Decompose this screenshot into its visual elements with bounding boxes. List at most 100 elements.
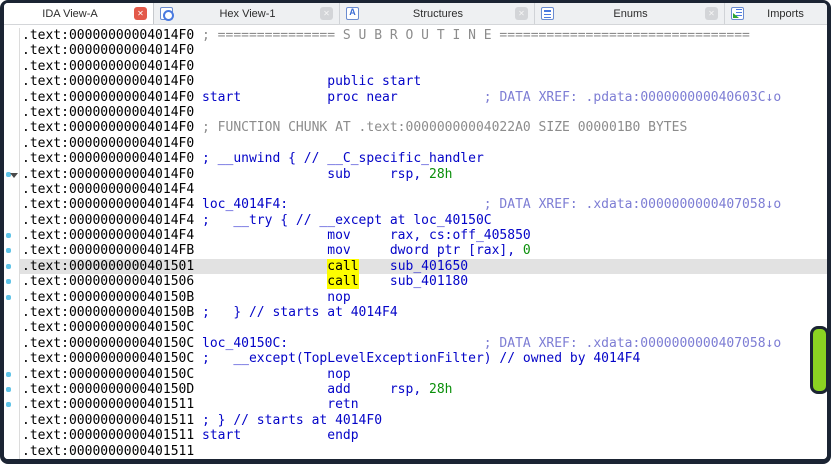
code-segment: .text:000000000040150B bbox=[22, 305, 195, 321]
line-gutter bbox=[4, 197, 20, 213]
listing-line[interactable]: .text:00000000004014F0 ; FUNCTION CHUNK … bbox=[4, 120, 827, 136]
code-text: .text:00000000004014FB mov dword ptr [ra… bbox=[20, 243, 827, 258]
structures-icon bbox=[346, 7, 359, 20]
line-gutter bbox=[4, 181, 20, 198]
listing-line[interactable]: .text:00000000004014F4 ; __try { // __ex… bbox=[4, 212, 827, 229]
code-segment: mov dword ptr [rax], bbox=[194, 243, 523, 259]
ida-inner-panel: IDA View-A ✕ Hex View-1 ✕ Structures ✕ E… bbox=[4, 3, 827, 459]
listing-line[interactable]: .text:0000000000401511 ; } // starts at … bbox=[4, 412, 827, 429]
listing-line[interactable]: .text:00000000004014F0 bbox=[4, 43, 827, 59]
code-segment: ; } // starts at 4014F4 bbox=[194, 305, 398, 321]
tab-label: Structures bbox=[412, 7, 464, 20]
listing-line[interactable]: .text:00000000004014F4 mov rax, cs:off_4… bbox=[4, 228, 827, 244]
code-segment: ; FUNCTION CHUNK AT .text:00000000004022… bbox=[194, 120, 688, 136]
disassembly-listing[interactable]: .text:00000000004014F0 ; ===============… bbox=[4, 25, 827, 459]
listing-line[interactable]: .text:000000000040150C ; __except(TopLev… bbox=[4, 351, 827, 367]
code-text: .text:0000000000401511 start endp bbox=[20, 428, 827, 443]
code-segment: .text:000000000040150B bbox=[22, 289, 195, 305]
code-segment: .text:000000000040150C bbox=[22, 335, 195, 351]
code-segment: .text:000000000040150C bbox=[22, 366, 195, 382]
patched-byte-dot-icon bbox=[6, 386, 11, 392]
line-gutter bbox=[4, 28, 20, 44]
code-segment: .text:00000000004014F0 bbox=[22, 151, 195, 167]
listing-line[interactable]: .text:000000000040150D add rsp, 28h bbox=[4, 381, 827, 398]
code-segment: proc near bbox=[241, 89, 398, 105]
close-tab-icon[interactable]: ✕ bbox=[705, 7, 718, 20]
code-segment: public start bbox=[194, 74, 422, 90]
listing-line[interactable]: .text:0000000000401511 start endp bbox=[4, 428, 827, 444]
code-segment: mov rax, cs:off_405850 bbox=[194, 228, 531, 244]
listing-line[interactable]: .text:000000000040150C nop bbox=[4, 366, 827, 382]
code-text: .text:00000000004014F0 ; ===============… bbox=[20, 28, 827, 43]
listing-line-selected[interactable]: .text:0000000000401501 call sub_401650 bbox=[4, 258, 827, 275]
tab-hex-view-1[interactable]: Hex View-1 ✕ bbox=[154, 3, 340, 24]
listing-line[interactable]: .text:00000000004014F0 sub rsp, 28h bbox=[4, 166, 827, 182]
code-text: .text:000000000040150B nop bbox=[20, 290, 827, 305]
code-segment: ; __try { // __except at loc_40150C bbox=[194, 212, 492, 228]
line-gutter bbox=[4, 228, 20, 244]
tab-structures[interactable]: Structures ✕ bbox=[340, 3, 535, 24]
code-segment: ; DATA XREF: .xdata:0000000000407058↓o bbox=[288, 197, 782, 213]
code-segment: .text:00000000004014FB bbox=[22, 243, 195, 259]
code-text: .text:000000000040150C nop bbox=[20, 367, 827, 382]
code-text: .text:00000000004014F0 public start bbox=[20, 74, 827, 89]
listing-line[interactable]: .text:00000000004014F0 start proc near ;… bbox=[4, 89, 827, 105]
code-text: .text:0000000000401511 retn bbox=[20, 397, 827, 412]
code-segment: .text:00000000004014F0 bbox=[22, 166, 195, 182]
listing-line[interactable]: .text:0000000000401511 bbox=[4, 443, 827, 459]
tab-ida-view-a[interactable]: IDA View-A ✕ bbox=[4, 3, 154, 24]
close-tab-icon[interactable]: ✕ bbox=[515, 7, 528, 20]
tab-imports[interactable]: Imports bbox=[725, 3, 827, 24]
code-segment: .text:00000000004014F4 bbox=[22, 228, 195, 244]
line-gutter bbox=[4, 289, 20, 306]
code-segment: nop bbox=[194, 289, 351, 305]
code-segment: .text:000000000040150D bbox=[22, 381, 195, 397]
close-tab-icon[interactable]: ✕ bbox=[320, 7, 333, 20]
listing-line[interactable]: .text:000000000040150B nop bbox=[4, 289, 827, 306]
code-text: .text:00000000004014F0 ; __unwind { // _… bbox=[20, 151, 827, 166]
patched-byte-dot-icon bbox=[6, 248, 11, 254]
code-segment: ; __unwind { // __C_specific_handler bbox=[194, 151, 484, 167]
code-text: .text:00000000004014F4 bbox=[20, 182, 827, 197]
listing-line[interactable]: .text:00000000004014F4 bbox=[4, 181, 827, 198]
code-segment: ; DATA XREF: .pdata:000000000040603C↓o bbox=[397, 89, 782, 105]
code-text: .text:00000000004014F0 ; FUNCTION CHUNK … bbox=[20, 120, 827, 135]
tab-label: Hex View-1 bbox=[219, 7, 276, 20]
listing-line[interactable]: .text:00000000004014FB mov dword ptr [ra… bbox=[4, 243, 827, 259]
listing-line[interactable]: .text:00000000004014F0 ; __unwind { // _… bbox=[4, 151, 827, 167]
line-gutter bbox=[4, 166, 20, 182]
listing-line[interactable]: .text:000000000040150C bbox=[4, 320, 827, 336]
code-segment: .text:0000000000401511 bbox=[22, 428, 195, 444]
tab-label: IDA View-A bbox=[42, 7, 98, 20]
patched-byte-dot-icon bbox=[6, 263, 11, 269]
listing-line[interactable]: .text:00000000004014F0 bbox=[4, 135, 827, 152]
listing-line[interactable]: .text:00000000004014F0 bbox=[4, 104, 827, 121]
listing-line[interactable]: .text:000000000040150B ; } // starts at … bbox=[4, 305, 827, 321]
tab-label: Imports bbox=[767, 7, 804, 20]
code-segment: .text:00000000004014F0 bbox=[22, 74, 195, 90]
listing-line[interactable]: .text:00000000004014F0 bbox=[4, 58, 827, 75]
code-segment: sub_401650 bbox=[358, 258, 469, 274]
code-segment: sub rsp, bbox=[194, 166, 429, 182]
line-gutter bbox=[4, 243, 20, 259]
listing-line[interactable]: .text:00000000004014F4 loc_4014F4: ; DAT… bbox=[4, 197, 827, 213]
code-segment: endp bbox=[241, 428, 359, 444]
tab-enums[interactable]: Enums ✕ bbox=[535, 3, 725, 24]
line-gutter bbox=[4, 43, 20, 59]
listing-line[interactable]: .text:000000000040150C loc_40150C: ; DAT… bbox=[4, 335, 827, 352]
collapse-arrow-icon[interactable] bbox=[10, 172, 18, 178]
code-segment: ; __except(TopLevelExceptionFilter) // o… bbox=[194, 351, 641, 367]
enums-icon bbox=[541, 7, 554, 20]
listing-line[interactable]: .text:0000000000401511 retn bbox=[4, 397, 827, 413]
line-gutter bbox=[4, 320, 20, 336]
code-segment: .text:0000000000401506 bbox=[22, 274, 195, 290]
code-segment: .text:00000000004014F4 bbox=[22, 197, 195, 213]
close-tab-icon[interactable]: ✕ bbox=[134, 7, 147, 20]
listing-line[interactable]: .text:00000000004014F0 public start bbox=[4, 74, 827, 90]
listing-line[interactable]: .text:0000000000401506 call sub_401180 bbox=[4, 274, 827, 290]
listing-line[interactable]: .text:00000000004014F0 ; ===============… bbox=[4, 28, 827, 44]
code-segment: call bbox=[327, 274, 359, 290]
patched-byte-dot-icon bbox=[6, 233, 11, 239]
